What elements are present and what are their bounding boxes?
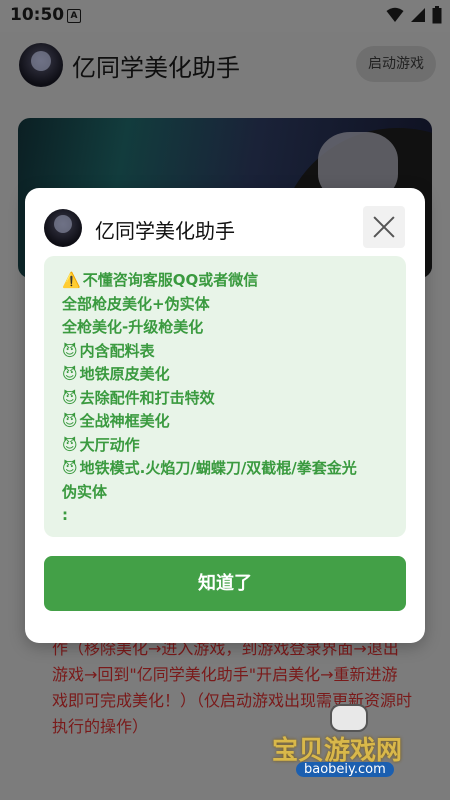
battery-icon — [432, 6, 442, 24]
devil-icon: 😈 — [62, 435, 78, 454]
app-header: 亿同学美化助手 启动游戏 — [0, 32, 450, 100]
launch-game-button[interactable]: 启动游戏 — [356, 46, 436, 82]
info-dialog: 亿同学美化助手 ⚠️ 不懂咨询客服QQ或者微信 全部枪皮美化+伪实体 全枪美化-升… — [25, 188, 425, 643]
app-title: 亿同学美化助手 — [72, 54, 240, 82]
dialog-content: ⚠️ 不懂咨询客服QQ或者微信 全部枪皮美化+伪实体 全枪美化-升级枪美化 😈 内含… — [44, 256, 406, 537]
devil-icon: 😈 — [62, 412, 78, 430]
gamepad-icon — [330, 704, 368, 732]
watermark-logo: 宝贝游戏网 baobeiy.com — [272, 704, 422, 784]
content-line: 全部枪皮美化+伪实体 — [62, 294, 210, 313]
content-line: : — [62, 506, 68, 524]
content-line: 😈 大厅动作 — [62, 435, 140, 454]
notification-badge: A — [67, 9, 81, 23]
content-line: ⚠️ 不懂咨询客服QQ或者微信 — [62, 271, 259, 289]
devil-icon: 😈 — [62, 365, 78, 383]
devil-icon: 😈 — [62, 341, 78, 360]
wifi-icon — [386, 7, 404, 22]
dialog-title: 亿同学美化助手 — [95, 219, 235, 243]
devil-icon: 😈 — [62, 459, 78, 477]
content-line: 😈 地铁模式.火焰刀/蝴蝶刀/双截棍/拳套金光 — [62, 459, 357, 477]
app-avatar — [19, 43, 63, 87]
signal-icon — [411, 8, 425, 22]
content-line: 全枪美化-升级枪美化 — [62, 318, 204, 336]
content-line: 😈 地铁原皮美化 — [62, 365, 170, 383]
ok-button[interactable]: 知道了 — [44, 556, 406, 611]
watermark-url: baobeiy.com — [296, 762, 394, 777]
content-line: 😈 全战神框美化 — [62, 412, 170, 430]
content-line: 😈 内含配料表 — [62, 341, 155, 360]
status-bar: 10:50 A — [0, 0, 450, 32]
devil-icon: 😈 — [62, 388, 78, 407]
content-line: 😈 去除配件和打击特效 — [62, 388, 215, 407]
content-line: 伪实体 — [62, 482, 108, 501]
warning-icon: ⚠️ — [62, 271, 81, 289]
status-icons — [386, 6, 442, 24]
clock: 10:50 — [10, 5, 65, 25]
dialog-avatar — [44, 209, 82, 247]
close-icon[interactable] — [363, 206, 405, 248]
